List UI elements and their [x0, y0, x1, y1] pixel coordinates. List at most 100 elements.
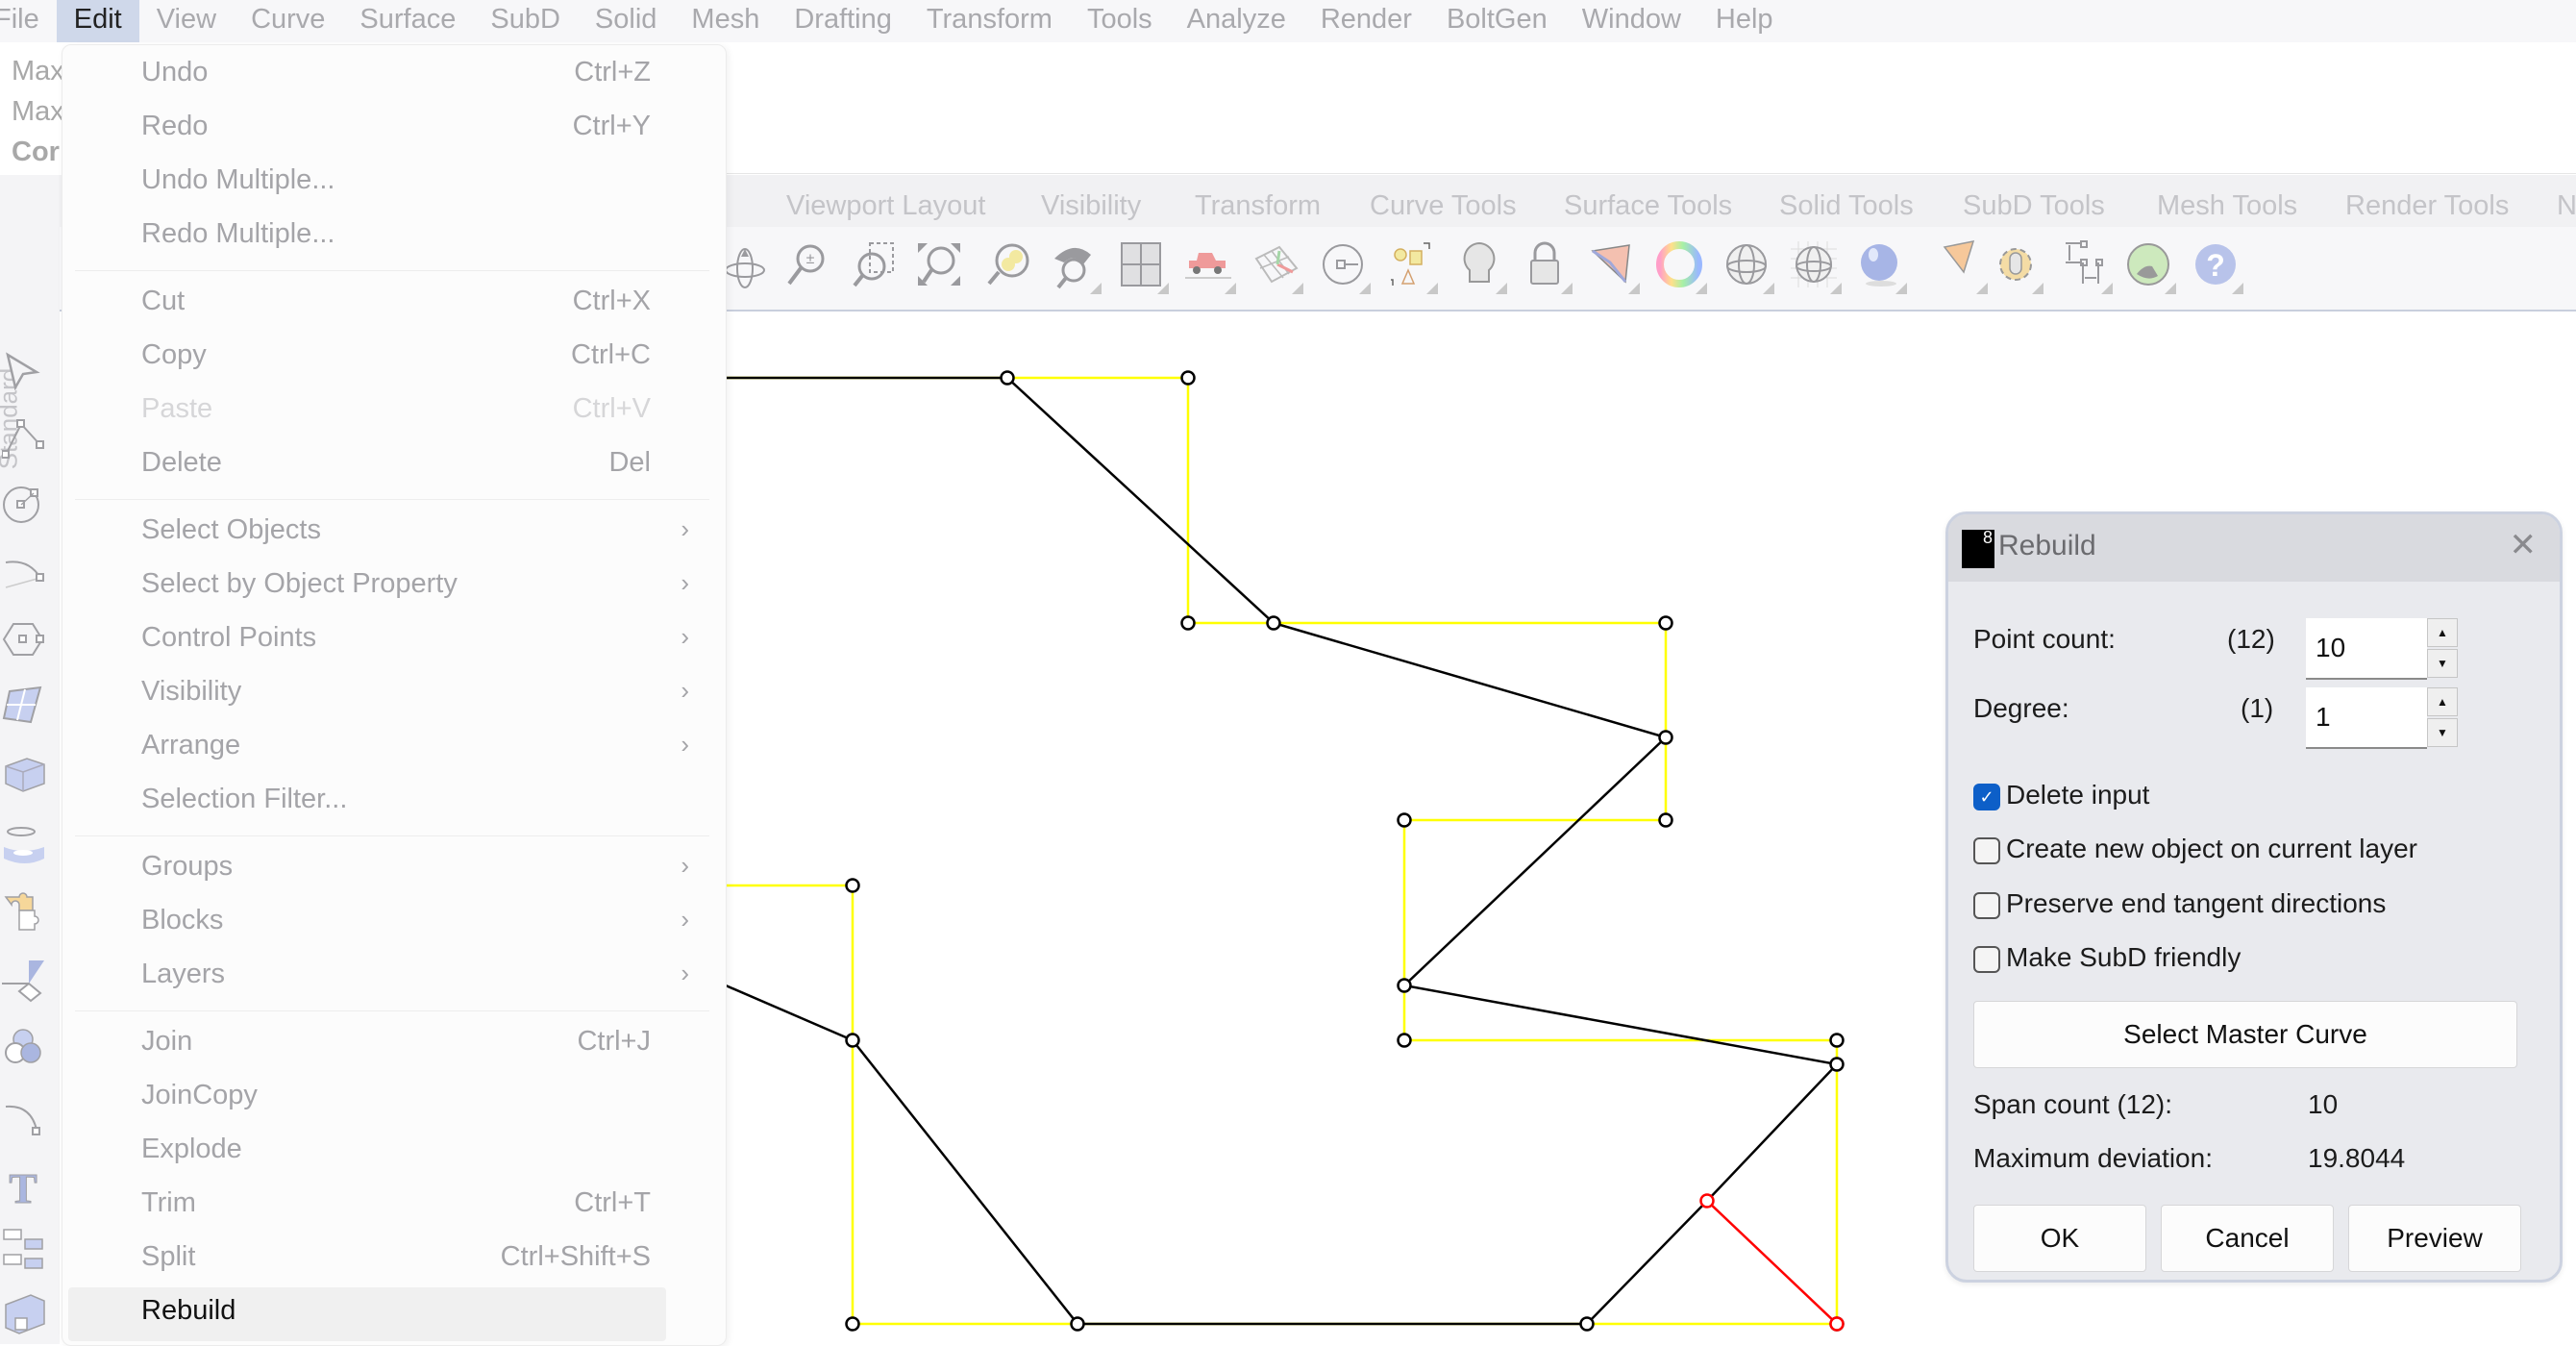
- dimension-icon[interactable]: [2057, 235, 2113, 294]
- menu-curve[interactable]: Curve: [234, 0, 342, 42]
- menu-item-redo[interactable]: Redo Ctrl+Y: [62, 103, 726, 157]
- menu-item-select-by-object-property[interactable]: Select by Object Property ›: [62, 561, 726, 614]
- cylinder-extrude-icon[interactable]: [0, 817, 48, 875]
- menu-edit[interactable]: Edit: [56, 0, 139, 42]
- menu-solid[interactable]: Solid: [578, 0, 675, 42]
- select-arrow-icon[interactable]: [0, 344, 48, 402]
- menu-item-select-objects[interactable]: Select Objects ›: [62, 507, 726, 561]
- rhino-globe-icon[interactable]: [2120, 235, 2176, 294]
- polyline-icon[interactable]: [0, 410, 48, 467]
- delete-input-checkbox[interactable]: ✓: [1973, 784, 2000, 810]
- menu-subd[interactable]: SubD: [473, 0, 578, 42]
- menu-item-cut[interactable]: Cut Ctrl+X: [62, 278, 726, 332]
- puzzle-icon[interactable]: [0, 883, 48, 940]
- subd-friendly-label[interactable]: Make SubD friendly: [2006, 942, 2241, 973]
- menu-item-selection-filter[interactable]: Selection Filter...: [62, 776, 726, 830]
- zoom-selected-icon[interactable]: [980, 235, 1036, 294]
- menu-file[interactable]: File: [0, 0, 57, 42]
- tab-transform[interactable]: Transform: [1195, 190, 1321, 222]
- menu-boltgen[interactable]: BoltGen: [1429, 0, 1565, 42]
- car-named-view-icon[interactable]: [1180, 235, 1236, 294]
- tab-n[interactable]: N: [2557, 190, 2576, 222]
- menu-item-delete[interactable]: Delete Del: [62, 439, 726, 493]
- preserve-tangent-checkbox[interactable]: [1973, 892, 2000, 919]
- menu-item-control-points[interactable]: Control Points ›: [62, 614, 726, 668]
- zoom-window-icon[interactable]: [846, 235, 902, 294]
- transform-move-icon[interactable]: [0, 952, 48, 1010]
- subd-friendly-checkbox[interactable]: [1973, 946, 2000, 973]
- menu-tools[interactable]: Tools: [1070, 0, 1170, 42]
- set-cplane-origin-icon[interactable]: [1315, 235, 1371, 294]
- dialog-title-bar[interactable]: 8 Rebuild ✕: [1948, 514, 2560, 582]
- tab-mesh-tools[interactable]: Mesh Tools: [2157, 190, 2297, 222]
- tab-surface-tools[interactable]: Surface Tools: [1564, 190, 1732, 222]
- tab-curve-tools[interactable]: Curve Tools: [1370, 190, 1517, 222]
- menu-view[interactable]: View: [139, 0, 234, 42]
- layer-material-icon[interactable]: [1584, 235, 1640, 294]
- menu-item-copy[interactable]: Copy Ctrl+C: [62, 332, 726, 386]
- box-solid-icon[interactable]: [0, 744, 48, 802]
- block-icon[interactable]: [0, 1219, 48, 1277]
- help-icon[interactable]: ?: [2188, 235, 2243, 294]
- menu-item-redo-multiple[interactable]: Redo Multiple...: [62, 211, 726, 264]
- degree-input[interactable]: [2306, 687, 2427, 749]
- cplane-grid-icon[interactable]: [1248, 235, 1303, 294]
- preserve-tangent-label[interactable]: Preserve end tangent directions: [2006, 888, 2386, 919]
- object-snap-icon[interactable]: [1382, 235, 1438, 294]
- create-new-object-label[interactable]: Create new object on current layer: [2006, 834, 2417, 864]
- degree-down-button[interactable]: ▼: [2427, 718, 2458, 747]
- close-icon[interactable]: ✕: [2510, 526, 2538, 564]
- cone-icon[interactable]: [1932, 235, 1988, 294]
- solid-tools-icon[interactable]: [0, 1284, 48, 1342]
- menu-window[interactable]: Window: [1565, 0, 1698, 42]
- boolean-icon[interactable]: [0, 1019, 48, 1077]
- rendered-sphere-icon[interactable]: [1851, 235, 1907, 294]
- menu-item-groups[interactable]: Groups ›: [62, 843, 726, 897]
- menu-surface[interactable]: Surface: [342, 0, 473, 42]
- surface-points-icon[interactable]: [0, 677, 48, 735]
- menu-item-visibility[interactable]: Visibility ›: [62, 668, 726, 722]
- arc-icon[interactable]: [0, 542, 48, 600]
- menu-item-joincopy[interactable]: JoinCopy: [62, 1072, 726, 1126]
- tab-solid-tools[interactable]: Solid Tools: [1779, 190, 1914, 222]
- ok-button[interactable]: OK: [1973, 1205, 2146, 1272]
- zoom-in-out-icon[interactable]: ±: [779, 235, 834, 294]
- curve-fillet-icon[interactable]: [0, 1090, 48, 1148]
- tab-subd-tools[interactable]: SubD Tools: [1963, 190, 2105, 222]
- color-wheel-icon[interactable]: [1651, 235, 1707, 294]
- wireframe-sphere-icon[interactable]: [1719, 235, 1774, 294]
- menu-drafting[interactable]: Drafting: [777, 0, 909, 42]
- point-count-input[interactable]: [2306, 618, 2427, 680]
- point-count-up-button[interactable]: ▲: [2427, 618, 2458, 647]
- menu-item-split[interactable]: Split Ctrl+Shift+S: [62, 1234, 726, 1287]
- menu-item-layers[interactable]: Layers ›: [62, 951, 726, 1005]
- menu-item-undo-multiple[interactable]: Undo Multiple...: [62, 157, 726, 211]
- create-new-object-checkbox[interactable]: [1973, 837, 2000, 864]
- text-icon[interactable]: T: [0, 1156, 48, 1213]
- undo-view-icon[interactable]: [1046, 235, 1102, 294]
- menu-item-explode[interactable]: Explode: [62, 1126, 726, 1180]
- menu-help[interactable]: Help: [1698, 0, 1791, 42]
- cancel-button[interactable]: Cancel: [2161, 1205, 2334, 1272]
- four-viewports-icon[interactable]: [1113, 235, 1169, 294]
- menu-item-blocks[interactable]: Blocks ›: [62, 897, 726, 951]
- circle-icon[interactable]: [0, 475, 48, 533]
- menu-analyze[interactable]: Analyze: [1170, 0, 1303, 42]
- menu-render[interactable]: Render: [1303, 0, 1429, 42]
- point-count-down-button[interactable]: ▼: [2427, 649, 2458, 678]
- grid-sphere-icon[interactable]: [1786, 235, 1842, 294]
- menu-mesh[interactable]: Mesh: [674, 0, 777, 42]
- light-bulb-icon[interactable]: [1451, 235, 1507, 294]
- menu-item-arrange[interactable]: Arrange ›: [62, 722, 726, 776]
- preview-button[interactable]: Preview: [2348, 1205, 2521, 1272]
- select-master-curve-button[interactable]: Select Master Curve: [1973, 1001, 2517, 1068]
- menu-transform[interactable]: Transform: [909, 0, 1070, 42]
- tab-visibility[interactable]: Visibility: [1041, 190, 1141, 222]
- tab-render-tools[interactable]: Render Tools: [2345, 190, 2509, 222]
- tab-viewport-layout[interactable]: Viewport Layout: [786, 190, 985, 222]
- degree-up-button[interactable]: ▲: [2427, 687, 2458, 716]
- zoom-extents-icon[interactable]: [911, 235, 967, 294]
- menu-item-trim[interactable]: Trim Ctrl+T: [62, 1180, 726, 1234]
- polygon-icon[interactable]: [0, 610, 48, 667]
- menu-item-undo[interactable]: Undo Ctrl+Z: [62, 49, 726, 103]
